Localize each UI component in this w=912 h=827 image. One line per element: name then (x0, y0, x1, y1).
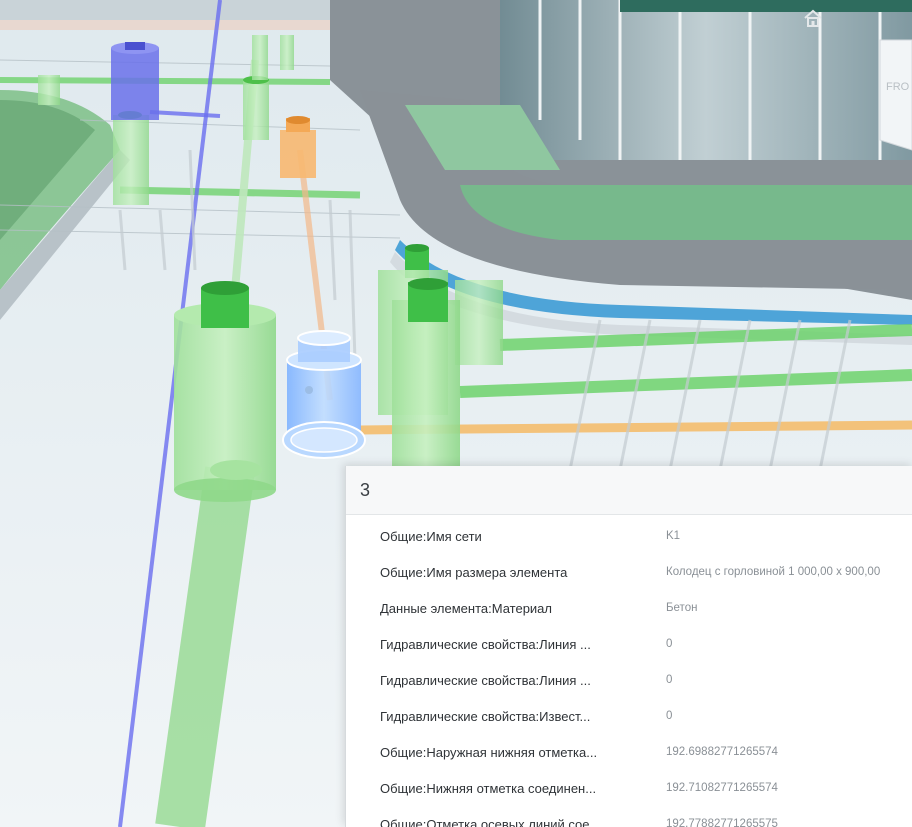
property-name: Гидравлические свойства:Линия ... (380, 672, 591, 688)
property-row[interactable]: Общие:Имя размера элемента Колодец с гор… (346, 554, 912, 590)
properties-panel: 3 Общие:Имя сети K1 Общие:Имя размера эл… (345, 466, 912, 827)
property-value: 192.71082771265574 (666, 782, 778, 794)
property-value: 0 (666, 638, 673, 650)
svg-text:FRO: FRO (886, 81, 910, 93)
property-value: 0 (666, 710, 673, 722)
property-value: 192.77882771265575 (666, 818, 778, 827)
property-value: 192.69882771265574 (666, 746, 778, 758)
property-name: Общие:Имя размера элемента (380, 564, 568, 580)
property-row[interactable]: Общие:Имя сети K1 (346, 518, 912, 554)
viewcube[interactable]: FRO (879, 39, 912, 151)
property-value: Бетон (666, 602, 698, 614)
home-button[interactable] (802, 7, 824, 29)
property-name: Гидравлические свойства:Извест... (380, 708, 591, 724)
property-value: 0 (666, 674, 673, 686)
property-value: K1 (666, 530, 681, 542)
property-name: Общие:Отметка осевых линий сое... (380, 816, 601, 827)
property-name: Данные элемента:Материал (380, 600, 553, 616)
properties-panel-header[interactable]: 3 (346, 466, 912, 515)
property-row[interactable]: Гидравлические свойства:Линия ... 0 (346, 662, 912, 698)
property-row[interactable]: Общие:Отметка осевых линий сое... 192.77… (346, 806, 912, 827)
panel-title: 3 (360, 479, 371, 500)
property-row[interactable]: Гидравлические свойства:Линия ... 0 (346, 626, 912, 662)
property-name: Общие:Имя сети (380, 528, 482, 544)
property-row[interactable]: Данные элемента:Материал Бетон (346, 590, 912, 626)
property-row[interactable]: Гидравлические свойства:Извест... 0 (346, 698, 912, 734)
property-value: Колодец с горловиной 1 000,00 x 900,00 (666, 566, 881, 578)
property-row[interactable]: Общие:Нижняя отметка соединен... 192.710… (346, 770, 912, 806)
home-icon (804, 9, 822, 27)
properties-list: Общие:Имя сети K1 Общие:Имя размера элем… (346, 515, 912, 827)
property-name: Гидравлические свойства:Линия ... (380, 636, 591, 652)
property-name: Общие:Нижняя отметка соединен... (380, 780, 597, 796)
property-row[interactable]: Общие:Наружная нижняя отметка... 192.698… (346, 734, 912, 770)
property-name: Общие:Наружная нижняя отметка... (380, 744, 598, 760)
